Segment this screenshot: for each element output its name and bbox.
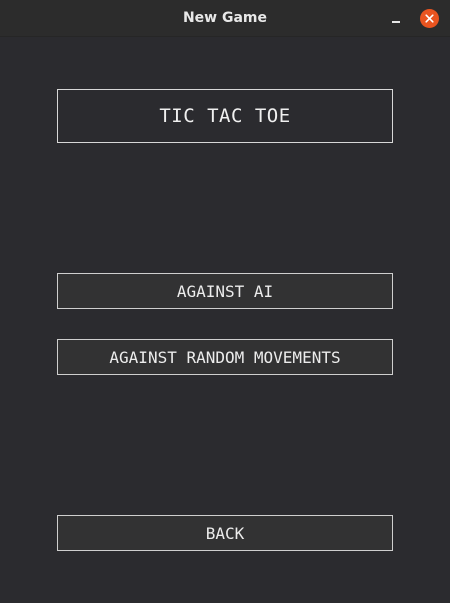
- minimize-button[interactable]: [388, 10, 404, 28]
- minimize-icon: [392, 21, 400, 23]
- against-random-movements-button[interactable]: AGAINST RANDOM MOVEMENTS: [57, 339, 393, 375]
- close-icon: [425, 14, 434, 23]
- back-button[interactable]: BACK: [57, 515, 393, 551]
- close-button[interactable]: [420, 9, 439, 28]
- window-titlebar[interactable]: New Game: [0, 0, 450, 37]
- against-ai-button[interactable]: AGAINST AI: [57, 273, 393, 309]
- game-title: TIC TAC TOE: [57, 89, 393, 143]
- window-title: New Game: [182, 10, 268, 26]
